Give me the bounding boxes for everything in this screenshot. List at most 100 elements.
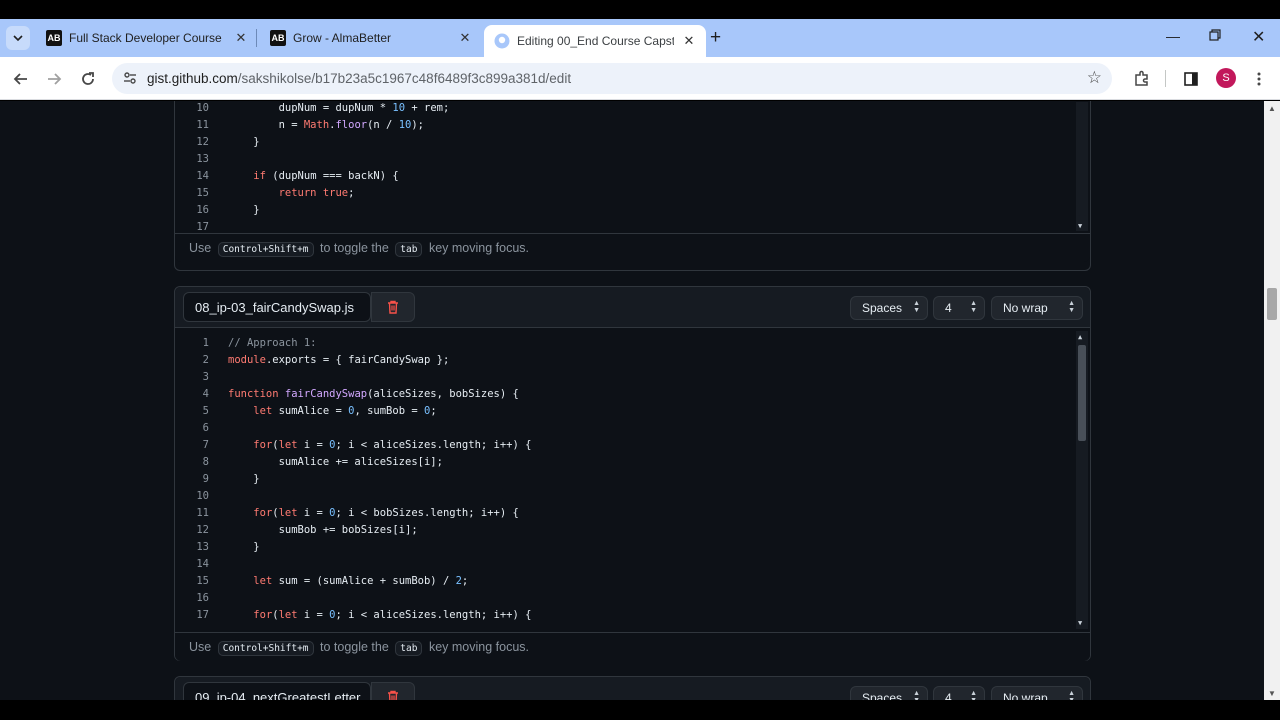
indent-size-value: 4 <box>945 691 952 700</box>
select-arrows-icon: ▲▼ <box>1068 300 1075 314</box>
forward-button[interactable] <box>43 68 65 90</box>
editor-scrollbar[interactable]: ▲ ▼ <box>1076 331 1088 629</box>
code-line[interactable]: 4 function fairCandySwap(aliceSizes, bobS… <box>175 388 1075 405</box>
restore-button[interactable] <box>1209 28 1221 44</box>
code-line[interactable]: 11 n = Math.floor(n / 10); <box>175 119 1075 136</box>
code-line[interactable]: 11 for(let i = 0; i < bobSizes.length; i… <box>175 507 1075 524</box>
code-line[interactable]: 15 let sum = (sumAlice + sumBob) / 2; <box>175 575 1075 592</box>
line-number: 10 <box>196 490 209 502</box>
file-header: 09_ip-04_nextGreatestLetter Spaces ▲▼ 4 … <box>175 677 1090 700</box>
code-line[interactable]: 8 sumAlice += aliceSizes[i]; <box>175 456 1075 473</box>
line-number: 7 <box>202 439 209 451</box>
scroll-down-arrow-icon[interactable]: ▼ <box>1078 619 1082 627</box>
tab-full-stack[interactable]: AB Full Stack Developer Course On ✕ <box>36 19 258 57</box>
code-line[interactable]: 3 <box>175 371 1075 388</box>
address-bar[interactable]: gist.github.com/sakshikolse/b17b23a5c196… <box>112 63 1112 94</box>
code-line[interactable]: 13 <box>175 153 1075 170</box>
new-tab-button[interactable]: + <box>710 27 721 49</box>
line-number: 12 <box>196 524 209 536</box>
hint-text: key moving focus. <box>428 640 529 654</box>
code-line[interactable]: 14 if (dupNum === backN) { <box>175 170 1075 187</box>
code-line[interactable]: 13 } <box>175 541 1075 558</box>
code-line[interactable]: 6 <box>175 422 1075 439</box>
code-text: sumAlice += aliceSizes[i]; <box>228 456 443 468</box>
filename-input[interactable]: 09_ip-04_nextGreatestLetter <box>183 682 371 700</box>
delete-file-button[interactable] <box>371 682 415 700</box>
tab-grow[interactable]: AB Grow - AlmaBetter ✕ <box>260 19 482 57</box>
code-line[interactable]: 16 } <box>175 204 1075 221</box>
line-number: 10 <box>196 102 209 114</box>
close-icon[interactable]: ✕ <box>458 30 472 46</box>
hint-text: Use <box>189 640 212 654</box>
select-arrows-icon: ▲▼ <box>970 300 977 314</box>
scroll-up-arrow-icon[interactable]: ▲ <box>1268 104 1276 113</box>
editor-scrollbar[interactable]: ▼ <box>1076 102 1088 231</box>
page-scrollbar[interactable]: ▲ ▼ <box>1264 101 1280 700</box>
code-line[interactable]: 7 for(let i = 0; i < aliceSizes.length; … <box>175 439 1075 456</box>
side-panel-button[interactable] <box>1180 68 1202 90</box>
line-number: 16 <box>196 592 209 604</box>
extensions-button[interactable] <box>1131 68 1153 90</box>
code-line[interactable]: 14 <box>175 558 1075 575</box>
filename-input[interactable]: 08_ip-03_fairCandySwap.js <box>183 292 371 322</box>
reload-button[interactable] <box>77 68 99 90</box>
code-line[interactable]: 10 dupNum = dupNum * 10 + rem; <box>175 102 1075 119</box>
site-info-icon[interactable] <box>122 70 138 91</box>
code-line[interactable]: 12 sumBob += bobSizes[i]; <box>175 524 1075 541</box>
code-line[interactable]: 1 // Approach 1: <box>175 337 1075 354</box>
code-editor[interactable]: 10 dupNum = dupNum * 10 + rem; 11 n = Mat… <box>175 102 1090 231</box>
chrome-menu-button[interactable] <box>1248 68 1270 90</box>
scroll-down-arrow-icon[interactable]: ▼ <box>1268 689 1276 698</box>
scroll-up-arrow-icon[interactable]: ▲ <box>1078 333 1082 341</box>
wrap-mode-select[interactable]: No wrap ▲▼ <box>991 686 1083 700</box>
code-text: } <box>228 541 260 553</box>
wrap-mode-select[interactable]: No wrap ▲▼ <box>991 296 1083 320</box>
indent-mode-select[interactable]: Spaces ▲▼ <box>850 686 928 700</box>
line-number: 11 <box>196 119 209 131</box>
code-text: dupNum = dupNum * 10 + rem; <box>228 102 450 114</box>
file-editor-panel-fair-candy-swap: 08_ip-03_fairCandySwap.js Spaces ▲ ▼ 4 ▲ ▼… <box>174 286 1091 661</box>
indent-mode-select[interactable]: Spaces ▲▼ <box>850 296 928 320</box>
code-line[interactable]: 9 } <box>175 473 1075 490</box>
bookmark-star-icon[interactable]: ☆ <box>1087 68 1102 88</box>
tab-editing-gist[interactable]: Editing 00_End Course Capston ✕ <box>484 25 706 57</box>
back-button[interactable] <box>10 68 32 90</box>
indent-size-select[interactable]: 4 ▲▼ <box>933 296 985 320</box>
line-number: 15 <box>196 575 209 587</box>
screen-top-bar <box>0 0 1280 19</box>
tab-kbd: tab <box>395 641 423 656</box>
line-number: 5 <box>202 405 209 417</box>
profile-avatar[interactable]: S <box>1216 68 1236 88</box>
code-line[interactable]: 2 module.exports = { fairCandySwap }; <box>175 354 1075 371</box>
github-icon <box>494 33 510 49</box>
code-line[interactable]: 5 let sumAlice = 0, sumBob = 0; <box>175 405 1075 422</box>
code-text: module.exports = { fairCandySwap }; <box>228 354 450 366</box>
wrap-mode-value: No wrap <box>1003 301 1048 315</box>
close-window-button[interactable]: ✕ <box>1252 27 1265 47</box>
code-text: // Approach 1: <box>228 337 317 349</box>
code-line[interactable]: 15 return true; <box>175 187 1075 204</box>
arrow-left-icon <box>13 73 27 85</box>
scroll-thumb[interactable] <box>1078 345 1086 441</box>
code-line[interactable]: 16 <box>175 592 1075 609</box>
indent-size-select[interactable]: 4 ▲▼ <box>933 686 985 700</box>
tab-search-button[interactable] <box>6 26 30 50</box>
page-scroll-thumb[interactable] <box>1267 288 1277 320</box>
code-line[interactable]: 17 for(let i = 0; i < aliceSizes.length;… <box>175 609 1075 626</box>
code-line[interactable]: 17 <box>175 221 1075 231</box>
line-number: 13 <box>196 541 209 553</box>
code-editor[interactable]: 1 // Approach 1: 2 module.exports = { fairC… <box>175 329 1090 631</box>
close-icon[interactable]: ✕ <box>682 33 696 49</box>
close-icon[interactable]: ✕ <box>234 30 248 46</box>
tab-strip: AB Full Stack Developer Course On ✕ AB G… <box>0 19 1280 57</box>
code-line[interactable]: 12 } <box>175 136 1075 153</box>
reload-icon <box>82 72 94 85</box>
code-text: for(let i = 0; i < bobSizes.length; i++)… <box>253 507 519 519</box>
line-number: 2 <box>202 354 209 366</box>
code-line[interactable]: 10 <box>175 490 1075 507</box>
code-text: } <box>228 473 260 485</box>
scroll-down-arrow-icon[interactable]: ▼ <box>1078 222 1082 230</box>
delete-file-button[interactable] <box>371 292 415 322</box>
select-arrows-icon: ▲▼ <box>913 300 920 314</box>
minimize-button[interactable]: — <box>1166 28 1180 44</box>
